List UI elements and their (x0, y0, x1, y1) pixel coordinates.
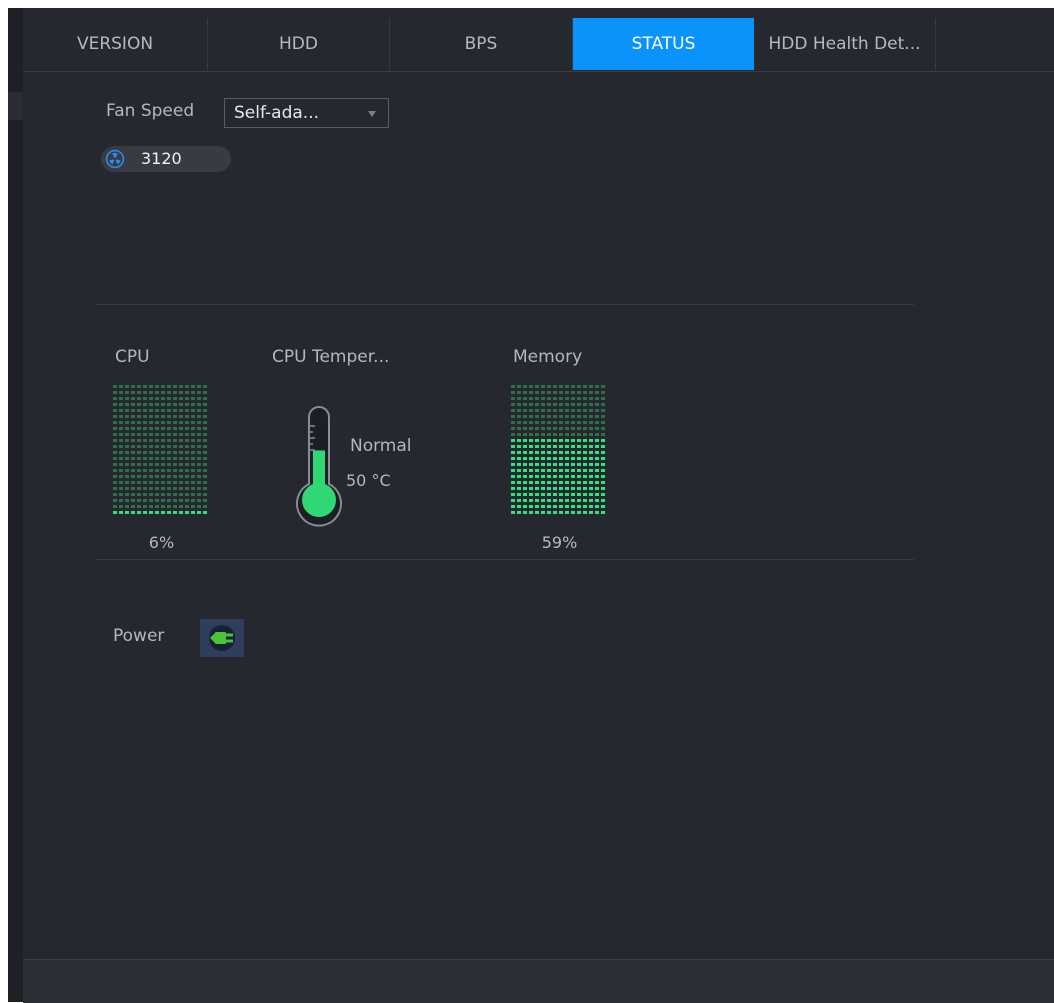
cpu-temperature-value: 50 °C (346, 471, 391, 490)
fan-speed-value: 3120 (141, 149, 182, 168)
tab-status[interactable]: STATUS (573, 18, 754, 70)
tab-bar: VERSION HDD BPS STATUS HDD Health Det... (23, 18, 1054, 72)
tab-bps[interactable]: BPS (390, 18, 573, 70)
left-rail-notch (8, 92, 23, 120)
chevron-down-icon (368, 111, 376, 117)
cpu-temperature-status: Normal (350, 436, 412, 456)
memory-label: Memory (513, 347, 583, 367)
fan-speed-selected-value: Self-ada... (234, 103, 319, 123)
fan-speed-readout: 3120 (101, 146, 231, 172)
section-divider (96, 304, 914, 305)
tab-hdd-health-detection[interactable]: HDD Health Det... (754, 18, 936, 70)
thermometer-icon (296, 406, 342, 527)
power-plug-icon (200, 619, 244, 657)
main-panel: VERSION HDD BPS STATUS HDD Health Det...… (23, 8, 1054, 1002)
tab-version[interactable]: VERSION (23, 18, 208, 70)
fan-speed-select[interactable]: Self-ada... (224, 98, 389, 128)
meter-grid (113, 385, 207, 514)
memory-usage-percent: 59% (541, 533, 578, 552)
fan-icon (105, 149, 125, 169)
bottom-bar (23, 959, 1054, 1003)
power-label: Power (113, 626, 165, 646)
meter-grid (511, 385, 605, 514)
tab-hdd[interactable]: HDD (208, 18, 390, 70)
status-window: VERSION HDD BPS STATUS HDD Health Det...… (8, 8, 1054, 1003)
cpu-usage-percent: 6% (148, 533, 175, 552)
memory-usage-meter (511, 385, 608, 522)
cpu-temperature-label: CPU Temper... (272, 347, 390, 367)
section-divider-bottom (96, 559, 914, 560)
left-rail (8, 8, 23, 1002)
cpu-label: CPU (115, 347, 150, 367)
cpu-usage-meter (113, 385, 210, 522)
fan-speed-label: Fan Speed (106, 101, 195, 121)
